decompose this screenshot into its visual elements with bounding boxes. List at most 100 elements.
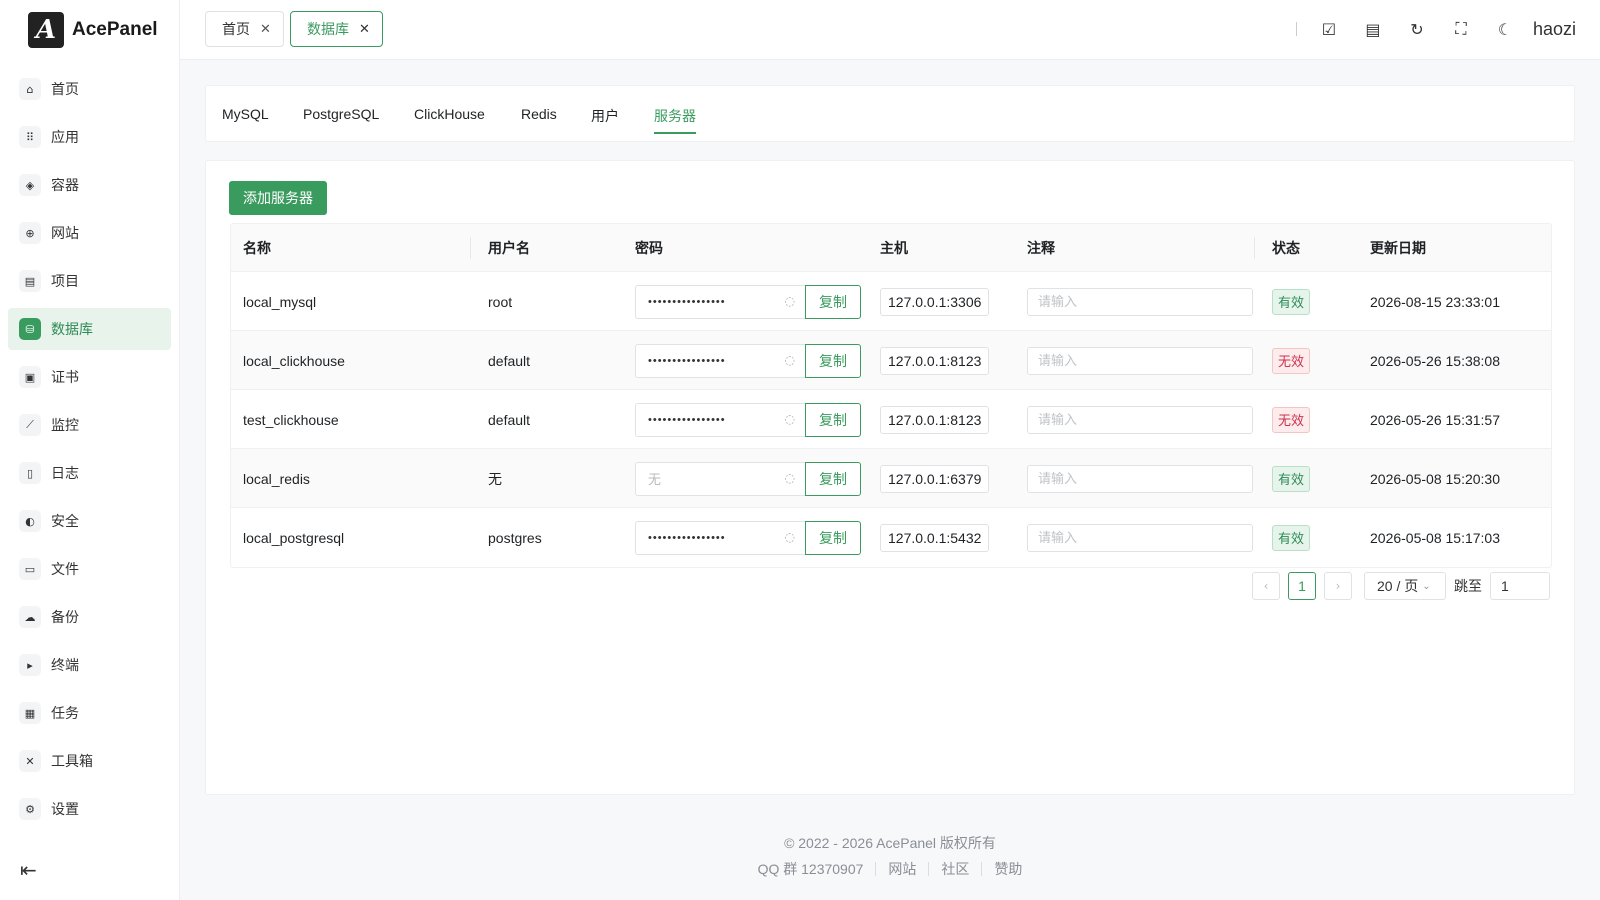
server-name: test_clickhouse	[243, 411, 339, 428]
server-username: root	[488, 293, 513, 310]
file-text-icon[interactable]: ▤	[1361, 17, 1385, 41]
sidebar-item[interactable]: ▸ 终端	[8, 644, 171, 686]
tab-clickhouse[interactable]: ClickHouse	[414, 106, 485, 122]
footer-link-website[interactable]: 网站	[888, 859, 916, 879]
sidebar-item[interactable]: ⚙ 设置	[8, 788, 171, 830]
folder-open-icon: ▭	[19, 558, 41, 580]
host-value[interactable]: 127.0.0.1:6379	[880, 464, 990, 493]
tab-database[interactable]: 数据库 ✕	[290, 11, 383, 47]
jump-page-input[interactable]	[1490, 572, 1550, 600]
sidebar-item[interactable]: ▤ 项目	[8, 260, 171, 302]
password-value: 无	[648, 472, 662, 487]
table-header: 名称 用户名 密码 主机 注释 状态 更新日期	[231, 224, 1551, 272]
logo[interactable]: A AcePanel	[0, 0, 179, 60]
password-field-group: •••••••••••••••• ◌ 复制	[635, 390, 861, 449]
sidebar-item-label: 任务	[51, 705, 79, 721]
host-value[interactable]: 127.0.0.1:5432	[880, 523, 990, 552]
note-input[interactable]	[1027, 523, 1253, 552]
page-button-current[interactable]: 1	[1288, 572, 1316, 600]
password-field[interactable]: 无 ◌	[635, 461, 805, 496]
sidebar-item-label: 安全	[51, 513, 79, 529]
host-value[interactable]: 127.0.0.1:8123	[880, 405, 990, 434]
page-size-select[interactable]: 20 / 页 ⌄	[1364, 572, 1446, 600]
tab-users[interactable]: 用户	[591, 106, 619, 126]
gear-icon: ⚙	[19, 798, 41, 820]
host-cell: 127.0.0.1:5432	[880, 508, 990, 567]
note-cell	[1027, 390, 1253, 449]
password-field-group: •••••••••••••••• ◌ 复制	[635, 331, 861, 390]
eye-off-icon[interactable]: ◌	[785, 412, 795, 426]
tab-home[interactable]: 首页 ✕	[205, 11, 284, 47]
note-input[interactable]	[1027, 346, 1253, 375]
eye-off-icon[interactable]: ◌	[785, 294, 795, 308]
divider	[928, 862, 930, 876]
close-icon[interactable]: ✕	[260, 22, 271, 37]
status-badge: 无效	[1272, 347, 1311, 374]
sidebar-item[interactable]: ⊕ 网站	[8, 212, 171, 254]
tab-servers[interactable]: 服务器	[654, 106, 696, 134]
sidebar-item[interactable]: ▯ 日志	[8, 452, 171, 494]
database-type-tabs: MySQL PostgreSQL ClickHouse Redis 用户 服务器	[205, 85, 1575, 142]
column-header-updated: 更新日期	[1370, 239, 1426, 256]
table-body: local_mysql root •••••••••••••••• ◌ 复制 127.0.…	[231, 272, 1551, 567]
sidebar-item[interactable]: ⛁ 数据库	[8, 308, 171, 350]
tab-mysql[interactable]: MySQL	[222, 106, 269, 122]
host-cell: 127.0.0.1:8123	[880, 390, 990, 449]
sidebar-item[interactable]: ▭ 文件	[8, 548, 171, 590]
folders-icon: ▤	[19, 270, 41, 292]
sidebar-item[interactable]: ◈ 容器	[8, 164, 171, 206]
sidebar-item[interactable]: ⌂ 首页	[8, 68, 171, 110]
eye-off-icon[interactable]: ◌	[785, 353, 795, 367]
table-row: test_clickhouse default •••••••••••••••• ◌ 复…	[231, 390, 1551, 449]
checklist-icon[interactable]: ☑	[1317, 17, 1341, 41]
tab-label: 数据库	[307, 21, 349, 37]
sidebar-item[interactable]: ⟋ 监控	[8, 404, 171, 446]
footer-link-sponsor[interactable]: 赞助	[994, 859, 1022, 879]
status-cell: 有效	[1272, 449, 1311, 508]
status-cell: 有效	[1272, 272, 1311, 331]
sidebar-item[interactable]: ▦ 任务	[8, 692, 171, 734]
column-header-status: 状态	[1272, 239, 1300, 256]
password-field[interactable]: •••••••••••••••• ◌	[635, 343, 805, 378]
footer-link-community[interactable]: 社区	[941, 859, 969, 879]
password-field[interactable]: •••••••••••••••• ◌	[635, 520, 805, 555]
user-menu[interactable]: haozi	[1533, 19, 1576, 40]
note-input[interactable]	[1027, 405, 1253, 434]
host-value[interactable]: 127.0.0.1:3306	[880, 287, 990, 316]
host-value[interactable]: 127.0.0.1:8123	[880, 346, 990, 375]
sidebar-nav: ⌂ 首页 ⠿ 应用 ◈ 容器 ⊕ 网站 ▤ 项目 ⛁ 数据库 ▣ 证书 ⟋ 监控 ▯ 日志 ◐ 安全 ▭ 文件 ☁ 备份 ▸ 终端…	[0, 68, 179, 830]
note-input[interactable]	[1027, 287, 1253, 316]
add-server-button[interactable]: 添加服务器	[229, 181, 327, 215]
eye-off-icon[interactable]: ◌	[785, 530, 795, 544]
column-divider	[1254, 237, 1255, 259]
copy-button[interactable]: 复制	[805, 343, 861, 378]
refresh-icon[interactable]: ↻	[1405, 17, 1429, 41]
tab-postgresql[interactable]: PostgreSQL	[303, 106, 379, 122]
password-field[interactable]: •••••••••••••••• ◌	[635, 402, 805, 437]
tab-redis[interactable]: Redis	[521, 106, 557, 122]
copy-button[interactable]: 复制	[805, 461, 861, 496]
sidebar-item-label: 工具箱	[51, 753, 93, 769]
pagination: ‹ 1 › 20 / 页 ⌄ 跳至	[1252, 572, 1550, 600]
password-field[interactable]: •••••••••••••••• ◌	[635, 284, 805, 319]
collapse-sidebar-icon[interactable]: ⇤	[20, 858, 37, 882]
next-page-button[interactable]: ›	[1324, 572, 1352, 600]
copy-button[interactable]: 复制	[805, 402, 861, 437]
calendar-task-icon: ▦	[19, 702, 41, 724]
copy-button[interactable]: 复制	[805, 520, 861, 555]
updated-date: 2026-05-26 15:31:57	[1370, 411, 1500, 428]
fullscreen-icon[interactable]: ⛶	[1449, 17, 1473, 41]
theme-moon-icon[interactable]: ☾	[1493, 17, 1517, 41]
copy-button[interactable]: 复制	[805, 284, 861, 319]
close-icon[interactable]: ✕	[359, 22, 370, 37]
note-input[interactable]	[1027, 464, 1253, 493]
sidebar-item[interactable]: ⠿ 应用	[8, 116, 171, 158]
prev-page-button[interactable]: ‹	[1252, 572, 1280, 600]
sidebar-item[interactable]: ☁ 备份	[8, 596, 171, 638]
sidebar-item[interactable]: ◐ 安全	[8, 500, 171, 542]
eye-off-icon[interactable]: ◌	[785, 471, 795, 485]
topbar: 首页 ✕ 数据库 ✕ ☑ ▤ ↻ ⛶ ☾ haozi	[180, 0, 1600, 60]
password-value: ••••••••••••••••	[648, 354, 726, 367]
sidebar-item[interactable]: ✕ 工具箱	[8, 740, 171, 782]
sidebar-item[interactable]: ▣ 证书	[8, 356, 171, 398]
